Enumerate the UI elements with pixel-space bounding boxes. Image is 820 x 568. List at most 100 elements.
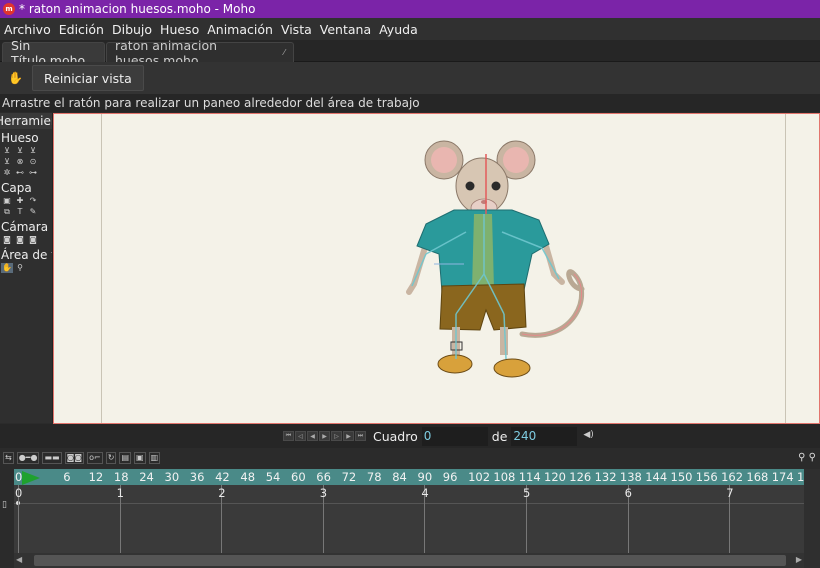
fast-forward-icon[interactable]: ⏭ (355, 431, 366, 441)
ruler-frame-60: 60 (291, 470, 306, 484)
frame-ruler[interactable]: 0 6 12 18 24 30 36 42 48 54 60 66 72 78 84 90 96 102 108 11… (14, 469, 819, 485)
ruler-frame-114: 114 (518, 470, 541, 484)
ruler-frame-90: 90 (417, 470, 433, 484)
frame-label: Cuadro (373, 428, 418, 444)
ruler-frame-120: 120 (544, 470, 566, 484)
second-label-0: 0 (15, 486, 23, 500)
keyframe-interp-icon[interactable]: ●━● (16, 452, 40, 464)
ruler-frame-126: 126 (569, 470, 592, 484)
tools-panel: Herramientas Hueso ⊻ ⊻ ⊻ ⊻ ⊗ ⊙ ✲ ⊷ ⊶ Cap… (0, 113, 53, 423)
zoom-out-icon[interactable]: ⚲ (798, 452, 805, 463)
document-tabs: Sin Título.moho raton animacion huesos.m… (0, 38, 820, 68)
paste-keys-icon[interactable]: ▥ (148, 452, 161, 464)
play-icon[interactable]: ▶ (319, 431, 330, 441)
scale-layer-icon[interactable]: ⧉ (1, 207, 13, 217)
key-icon[interactable]: o⌐ (87, 452, 103, 464)
text-icon[interactable]: T (14, 207, 26, 217)
tab-close-icon[interactable]: ⁄ (284, 48, 285, 57)
sequencer-icon[interactable]: ▤ (119, 452, 132, 464)
rotate-bone-icon[interactable]: ⊻ (1, 157, 13, 167)
ruler-frame-138: 138 (619, 470, 642, 484)
tool-options-bar: ✋ Reiniciar vista (0, 62, 820, 94)
step-forward-icon[interactable]: ▷ (331, 431, 342, 441)
ruler-frame-36: 36 (189, 470, 205, 484)
menu-hueso[interactable]: Hueso (156, 22, 203, 37)
zoom-magnifier-icon[interactable]: ⚲ (14, 263, 26, 273)
ruler-frame-144: 144 (645, 470, 668, 484)
reparent-bone-icon[interactable]: ⊗ (14, 157, 26, 167)
window-title: * raton animacion huesos.moho - Moho (19, 2, 256, 16)
roll-camera-icon[interactable]: ◙ (27, 235, 39, 245)
menu-edicion[interactable]: Edición (55, 22, 108, 37)
select-bone-icon[interactable]: ⊻ (1, 146, 13, 156)
menu-ventana[interactable]: Ventana (316, 22, 375, 37)
shorts (439, 283, 527, 331)
reset-view-button[interactable]: Reiniciar vista (32, 65, 144, 91)
translate-layer-icon[interactable]: ✚ (14, 196, 26, 206)
channels-icon[interactable]: ⇆ (3, 452, 14, 464)
step-back-key-icon[interactable]: ◁ (295, 431, 306, 441)
manipulate-bones-icon[interactable]: ✲ (1, 168, 13, 178)
step-forward-key-icon[interactable]: ▶ (343, 431, 354, 441)
status-message: Arrastre el ratón para realizar un paneo… (0, 94, 820, 112)
tab-raton-animacion[interactable]: raton animacion huesos.moho ⁄ (106, 38, 294, 68)
tab-sin-titulo[interactable]: Sin Título.moho (2, 38, 105, 68)
section-area-trabajo: Área de trabajo (1, 248, 52, 262)
timeline-vertical-scrollbar[interactable] (804, 469, 820, 568)
right-eye (491, 181, 501, 191)
bind-points-icon[interactable]: ⊶ (27, 168, 39, 178)
timeline-tracks[interactable]: 0 1 2 3 4 5 6 7 (14, 485, 804, 553)
onionskin-icon[interactable]: ◙◙ (64, 452, 85, 464)
ruler-frame-42: 42 (215, 470, 230, 484)
zoom-camera-icon[interactable]: ◙ (14, 235, 26, 245)
tools-header: Herramientas (0, 113, 52, 129)
bone-tools: ⊻ ⊻ ⊻ ⊻ ⊗ ⊙ ✲ ⊷ ⊶ (0, 145, 52, 179)
add-bone-icon[interactable]: ⊻ (27, 146, 39, 156)
right-shoe (493, 358, 531, 378)
rotate-layer-icon[interactable]: ↷ (27, 196, 39, 206)
ruler-frame-174: 174 (771, 470, 794, 484)
menu-dibujo[interactable]: Dibujo (108, 22, 156, 37)
playhead[interactable] (22, 471, 40, 485)
volume-icon[interactable]: ◀) (583, 430, 597, 442)
menu-archivo[interactable]: Archivo (0, 22, 55, 37)
cycle-icon[interactable]: ↻ (105, 452, 117, 464)
moho-app-icon: m (3, 3, 15, 15)
second-label-6: 6 (624, 486, 632, 500)
ruler-frame-12: 12 (88, 470, 104, 484)
rewind-icon[interactable]: ⏮ (283, 431, 294, 441)
second-label-5: 5 (523, 486, 531, 500)
step-back-icon[interactable]: ◀ (307, 431, 318, 441)
zoom-in-icon[interactable]: ⚲ (809, 452, 816, 463)
eyedropper-icon[interactable]: ✎ (27, 207, 39, 217)
translate-bone-icon[interactable]: ⊻ (14, 146, 26, 156)
copy-keys-icon[interactable]: ▣ (134, 452, 146, 464)
menu-ayuda[interactable]: Ayuda (375, 22, 422, 37)
scroll-left-icon[interactable]: ◀ (16, 555, 22, 564)
left-arm (406, 241, 429, 295)
ruler-frame-66: 66 (316, 470, 331, 484)
track-separator (14, 503, 804, 504)
total-frames-input[interactable]: 240 (511, 426, 578, 446)
track-view-icon[interactable]: ▬▬ (42, 452, 62, 464)
workspace-canvas[interactable] (53, 113, 820, 424)
bind-layer-icon[interactable]: ⊷ (14, 168, 26, 178)
ruler-frame-162: 162 (721, 470, 744, 484)
menu-animacion[interactable]: Animación (203, 22, 277, 37)
bone-strength-icon[interactable]: ⊙ (27, 157, 39, 167)
current-frame-input[interactable]: 0 (421, 426, 488, 446)
ruler-frame-132: 132 (594, 470, 617, 484)
track-camera-icon[interactable]: ◙ (1, 235, 13, 245)
menu-vista[interactable]: Vista (277, 22, 316, 37)
timeline-zoom: ⚲ ⚲ (798, 452, 816, 463)
ruler-frame-72: 72 (341, 470, 357, 484)
of-label: de (491, 428, 508, 444)
hand-icon[interactable]: ✋ (8, 71, 23, 85)
mouse-character[interactable] (54, 114, 820, 425)
timeline-horizontal-scrollbar[interactable]: ◀ ▶ (14, 553, 804, 568)
pan-hand-icon[interactable]: ✋ (1, 263, 13, 273)
set-origin-icon[interactable]: ▣ (1, 196, 13, 206)
ruler-frame-24: 24 (139, 470, 154, 484)
scroll-thumb[interactable] (34, 555, 786, 566)
scroll-right-icon[interactable]: ▶ (796, 555, 802, 564)
